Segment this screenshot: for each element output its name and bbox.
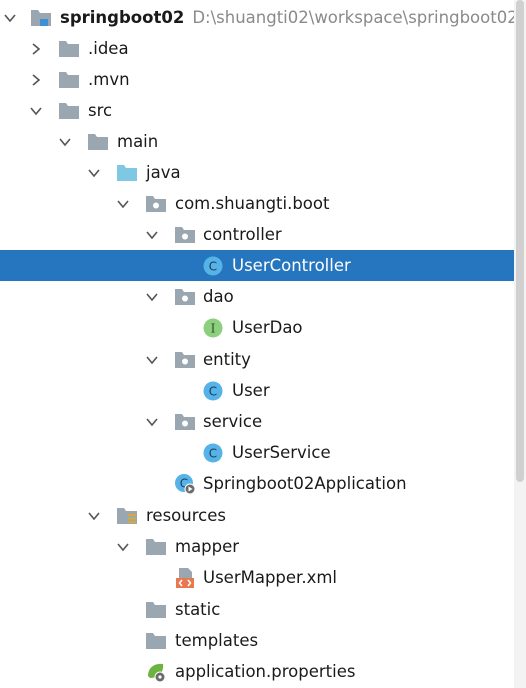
tree-label-idea: .idea — [88, 39, 129, 58]
source-folder-icon — [116, 162, 138, 184]
tree-label-user-controller: UserController — [232, 256, 351, 275]
class-icon: C — [202, 380, 224, 402]
chevron-down-icon[interactable] — [115, 539, 131, 555]
chevron-down-icon[interactable] — [86, 508, 102, 524]
tree-row-templates[interactable]: templates — [0, 625, 514, 656]
tree-label-service: service — [203, 412, 263, 431]
package-icon — [174, 349, 196, 371]
package-icon — [174, 286, 196, 308]
tree-label-java: java — [146, 163, 181, 182]
tree-row-application[interactable]: C Springboot02Application — [0, 468, 514, 499]
folder-icon — [87, 131, 109, 153]
tree-label-user-dao: UserDao — [232, 318, 303, 337]
chevron-right-icon[interactable] — [28, 41, 44, 57]
tree-label-static: static — [175, 600, 221, 619]
tree-label-src: src — [88, 101, 113, 120]
chevron-down-icon[interactable] — [86, 165, 102, 181]
tree-row-resources[interactable]: resources — [0, 500, 514, 531]
tree-row-dao[interactable]: dao — [0, 281, 514, 312]
tree-label-mapper: mapper — [175, 537, 240, 556]
tree-label-application: Springboot02Application — [203, 474, 407, 493]
tree-label-application-properties: application.properties — [175, 662, 356, 681]
resources-folder-icon — [116, 505, 138, 527]
tree-row-user[interactable]: C User — [0, 375, 514, 406]
tree-row-mapper[interactable]: mapper — [0, 531, 514, 562]
class-icon-letter: C — [209, 384, 217, 398]
chevron-down-icon[interactable] — [144, 289, 160, 305]
tree-label-resources: resources — [146, 506, 226, 525]
tree-label-entity: entity — [203, 350, 251, 369]
package-icon — [174, 411, 196, 433]
module-folder-icon — [30, 7, 52, 29]
chevron-down-icon[interactable] — [144, 227, 160, 243]
tree-row-application-properties[interactable]: application.properties — [0, 656, 514, 687]
tree-label-package: com.shuangti.boot — [175, 194, 330, 213]
class-icon-letter: C — [209, 259, 217, 273]
project-path: D:\shuangti02\workspace\springboot02 — [192, 8, 518, 27]
tree-row-java[interactable]: java — [0, 157, 514, 188]
project-tree: springboot02 D:\shuangti02\workspace\spri… — [0, 0, 518, 688]
chevron-down-icon[interactable] — [2, 10, 18, 26]
interface-icon-letter: I — [211, 321, 216, 335]
chevron-down-icon[interactable] — [28, 103, 44, 119]
package-icon — [174, 224, 196, 246]
tree-row-service[interactable]: service — [0, 406, 514, 437]
package-icon — [145, 193, 167, 215]
tree-row-static[interactable]: static — [0, 594, 514, 625]
folder-icon — [58, 100, 80, 122]
tree-label-user-mapper-xml: UserMapper.xml — [203, 568, 337, 587]
tree-label-mvn: .mvn — [88, 70, 130, 89]
class-icon: C — [202, 442, 224, 464]
tree-row-main[interactable]: main — [0, 126, 514, 157]
tree-row-user-controller[interactable]: C UserController — [0, 250, 514, 281]
tree-row-user-dao[interactable]: I UserDao — [0, 312, 514, 343]
tree-label-user-service: UserService — [232, 443, 331, 462]
chevron-down-icon[interactable] — [144, 352, 160, 368]
tree-row-entity[interactable]: entity — [0, 344, 514, 375]
chevron-down-icon[interactable] — [144, 414, 160, 430]
tree-label-main: main — [117, 132, 159, 151]
class-icon-letter: C — [209, 446, 217, 460]
tree-row-controller[interactable]: controller — [0, 219, 514, 250]
folder-icon — [145, 630, 167, 652]
tree-row-user-service[interactable]: C UserService — [0, 437, 514, 468]
folder-icon — [58, 38, 80, 60]
tree-row-project[interactable]: springboot02 D:\shuangti02\workspace\spri… — [0, 2, 518, 33]
tree-label-dao: dao — [203, 287, 234, 306]
tree-row-src[interactable]: src — [0, 95, 514, 126]
tree-row-user-mapper-xml[interactable]: UserMapper.xml — [0, 562, 514, 593]
folder-icon — [58, 69, 80, 91]
spring-boot-application-icon: C — [174, 473, 196, 495]
tree-row-package[interactable]: com.shuangti.boot — [0, 188, 514, 219]
class-icon: C — [202, 255, 224, 277]
interface-icon: I — [202, 317, 224, 339]
tree-label-templates: templates — [175, 631, 259, 650]
spring-properties-icon — [145, 661, 167, 683]
tree-row-mvn[interactable]: .mvn — [0, 64, 514, 95]
scrollbar-thumb[interactable] — [516, 0, 524, 482]
chevron-down-icon[interactable] — [115, 196, 131, 212]
tree-row-idea[interactable]: .idea — [0, 33, 514, 64]
folder-icon — [145, 599, 167, 621]
xml-file-icon — [174, 567, 196, 589]
project-name: springboot02 — [60, 8, 185, 27]
vertical-scrollbar[interactable] — [514, 0, 526, 688]
tree-label-user: User — [232, 381, 270, 400]
chevron-down-icon[interactable] — [57, 134, 73, 150]
chevron-right-icon[interactable] — [28, 72, 44, 88]
tree-label-controller: controller — [203, 225, 282, 244]
folder-icon — [145, 536, 167, 558]
